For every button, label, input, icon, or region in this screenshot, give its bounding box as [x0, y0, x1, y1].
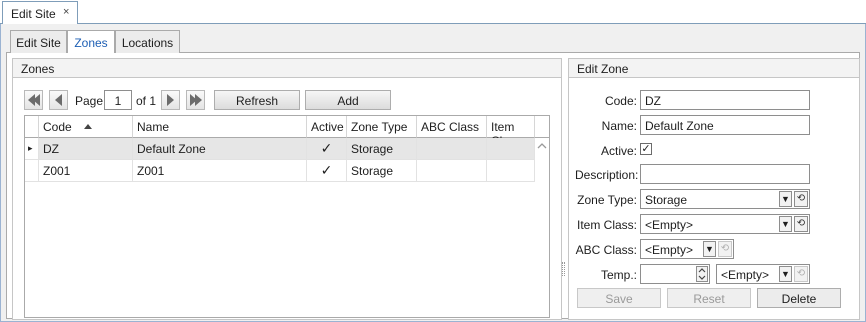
cell-active[interactable]: ✓	[307, 160, 347, 182]
row-indicator-icon	[25, 160, 39, 182]
cell-code[interactable]: Z001	[39, 160, 133, 182]
arrow-right-icon	[167, 94, 174, 106]
tab-label: Locations	[121, 36, 174, 50]
clear-icon[interactable]: ⟲	[794, 216, 808, 232]
close-icon[interactable]: ×	[63, 6, 69, 18]
temp-label: Temp.:	[600, 268, 637, 282]
page-number-input[interactable]: 1	[104, 90, 132, 110]
column-header-code[interactable]: Code	[39, 116, 133, 138]
column-header-active[interactable]: Active	[307, 116, 347, 138]
spinner-icon[interactable]	[696, 266, 708, 282]
temp-field[interactable]	[640, 264, 710, 284]
active-label: Active:	[600, 144, 637, 158]
abc-class-value: <Empty>	[645, 243, 694, 257]
code-field[interactable]: DZ	[640, 90, 810, 110]
zone-type-select[interactable]: Storage ▼ ⟲	[640, 189, 810, 209]
name-field[interactable]: Default Zone	[640, 115, 810, 135]
vertical-scrollbar[interactable]	[535, 138, 549, 317]
cell-code[interactable]: DZ	[39, 138, 133, 160]
chevron-down-icon[interactable]: ▼	[703, 241, 716, 257]
tab-label: Zones	[74, 36, 108, 50]
column-header-abc-class[interactable]: ABC Class	[417, 116, 487, 138]
zones-group-header: Zones	[12, 58, 562, 78]
document-tab-edit-site[interactable]: Edit Site ×	[2, 1, 78, 25]
abc-class-label: ABC Class:	[575, 243, 637, 257]
cell-item-class[interactable]	[487, 138, 535, 160]
edit-zone-group-header: Edit Zone	[568, 58, 860, 78]
zones-grid: Code Name Active Zone Type ABC Class Ite…	[24, 115, 550, 318]
cell-name[interactable]: Z001	[133, 160, 307, 182]
column-header-label: Name	[137, 120, 170, 134]
cell-item-class[interactable]	[487, 160, 535, 182]
code-label: Code:	[604, 94, 637, 108]
column-header-label: Zone Type	[351, 120, 408, 134]
column-header-label: Active	[311, 120, 344, 134]
document-tab-title: Edit Site	[11, 7, 56, 21]
last-page-button[interactable]	[186, 90, 205, 110]
chevron-down-icon[interactable]: ▼	[779, 266, 792, 282]
scroll-up-icon[interactable]	[535, 140, 549, 152]
splitter-grip[interactable]	[562, 262, 565, 276]
double-arrow-right-icon	[189, 94, 202, 109]
cell-zone-type[interactable]: Storage	[347, 160, 417, 182]
description-field[interactable]	[640, 164, 810, 184]
clear-icon: ⟲	[794, 266, 808, 282]
item-class-select[interactable]: <Empty> ▼ ⟲	[640, 214, 810, 234]
item-class-label: Item Class:	[576, 218, 637, 232]
sort-ascending-icon	[83, 124, 92, 129]
first-page-button[interactable]	[24, 90, 43, 110]
clear-icon[interactable]: ⟲	[794, 191, 808, 207]
chevron-down-icon[interactable]: ▼	[779, 216, 792, 232]
temp-unit-select[interactable]: <Empty> ▼ ⟲	[716, 264, 810, 284]
tab-label: Edit Site	[16, 36, 61, 50]
cell-abc-class[interactable]	[417, 138, 487, 160]
abc-class-select[interactable]: <Empty> ▼ ⟲	[640, 239, 734, 259]
next-page-button[interactable]	[161, 90, 180, 110]
refresh-button[interactable]: Refresh	[214, 90, 300, 110]
double-arrow-left-icon	[27, 94, 40, 109]
arrow-left-icon	[55, 94, 62, 106]
page-count-label: of 1	[136, 94, 157, 108]
zone-type-label: Zone Type:	[577, 193, 637, 207]
reset-button[interactable]: Reset	[667, 288, 751, 308]
description-label: Description:	[575, 168, 639, 182]
row-indicator-header	[25, 116, 39, 138]
edit-zone-title: Edit Zone	[577, 62, 629, 76]
cell-abc-class[interactable]	[417, 160, 487, 182]
column-header-label: Code	[43, 120, 72, 134]
previous-page-button[interactable]	[49, 90, 68, 110]
row-indicator-icon: ▸	[25, 138, 39, 160]
clear-icon: ⟲	[718, 241, 732, 257]
column-header-label: ABC Class	[421, 120, 480, 134]
header-filler	[535, 116, 549, 138]
table-row[interactable]: Z001 Z001 ✓ Storage	[25, 160, 535, 182]
cell-zone-type[interactable]: Storage	[347, 138, 417, 160]
column-header-item-class[interactable]: Item Class	[487, 116, 535, 148]
delete-button[interactable]: Delete	[757, 288, 841, 308]
item-class-value: <Empty>	[645, 218, 694, 232]
cell-active[interactable]: ✓	[307, 138, 347, 160]
table-row[interactable]: ▸ DZ Default Zone ✓ Storage	[25, 138, 535, 160]
name-label: Name:	[601, 119, 637, 133]
active-checkbox[interactable]: ✓	[640, 143, 652, 155]
chevron-down-icon[interactable]: ▼	[779, 191, 792, 207]
document-tab-strip	[0, 0, 866, 24]
save-button[interactable]: Save	[577, 288, 661, 308]
page-label: Page	[75, 94, 104, 108]
column-header-name[interactable]: Name	[133, 116, 307, 138]
tab-locations[interactable]: Locations	[115, 30, 180, 53]
tab-zones[interactable]: Zones	[67, 30, 115, 54]
zone-type-value: Storage	[645, 193, 688, 207]
zones-group-title: Zones	[21, 62, 55, 76]
cell-name[interactable]: Default Zone	[133, 138, 307, 160]
tab-edit-site[interactable]: Edit Site	[10, 30, 67, 53]
column-header-zone-type[interactable]: Zone Type	[347, 116, 417, 138]
add-button[interactable]: Add	[305, 90, 391, 110]
temp-unit-value: <Empty>	[721, 268, 770, 282]
